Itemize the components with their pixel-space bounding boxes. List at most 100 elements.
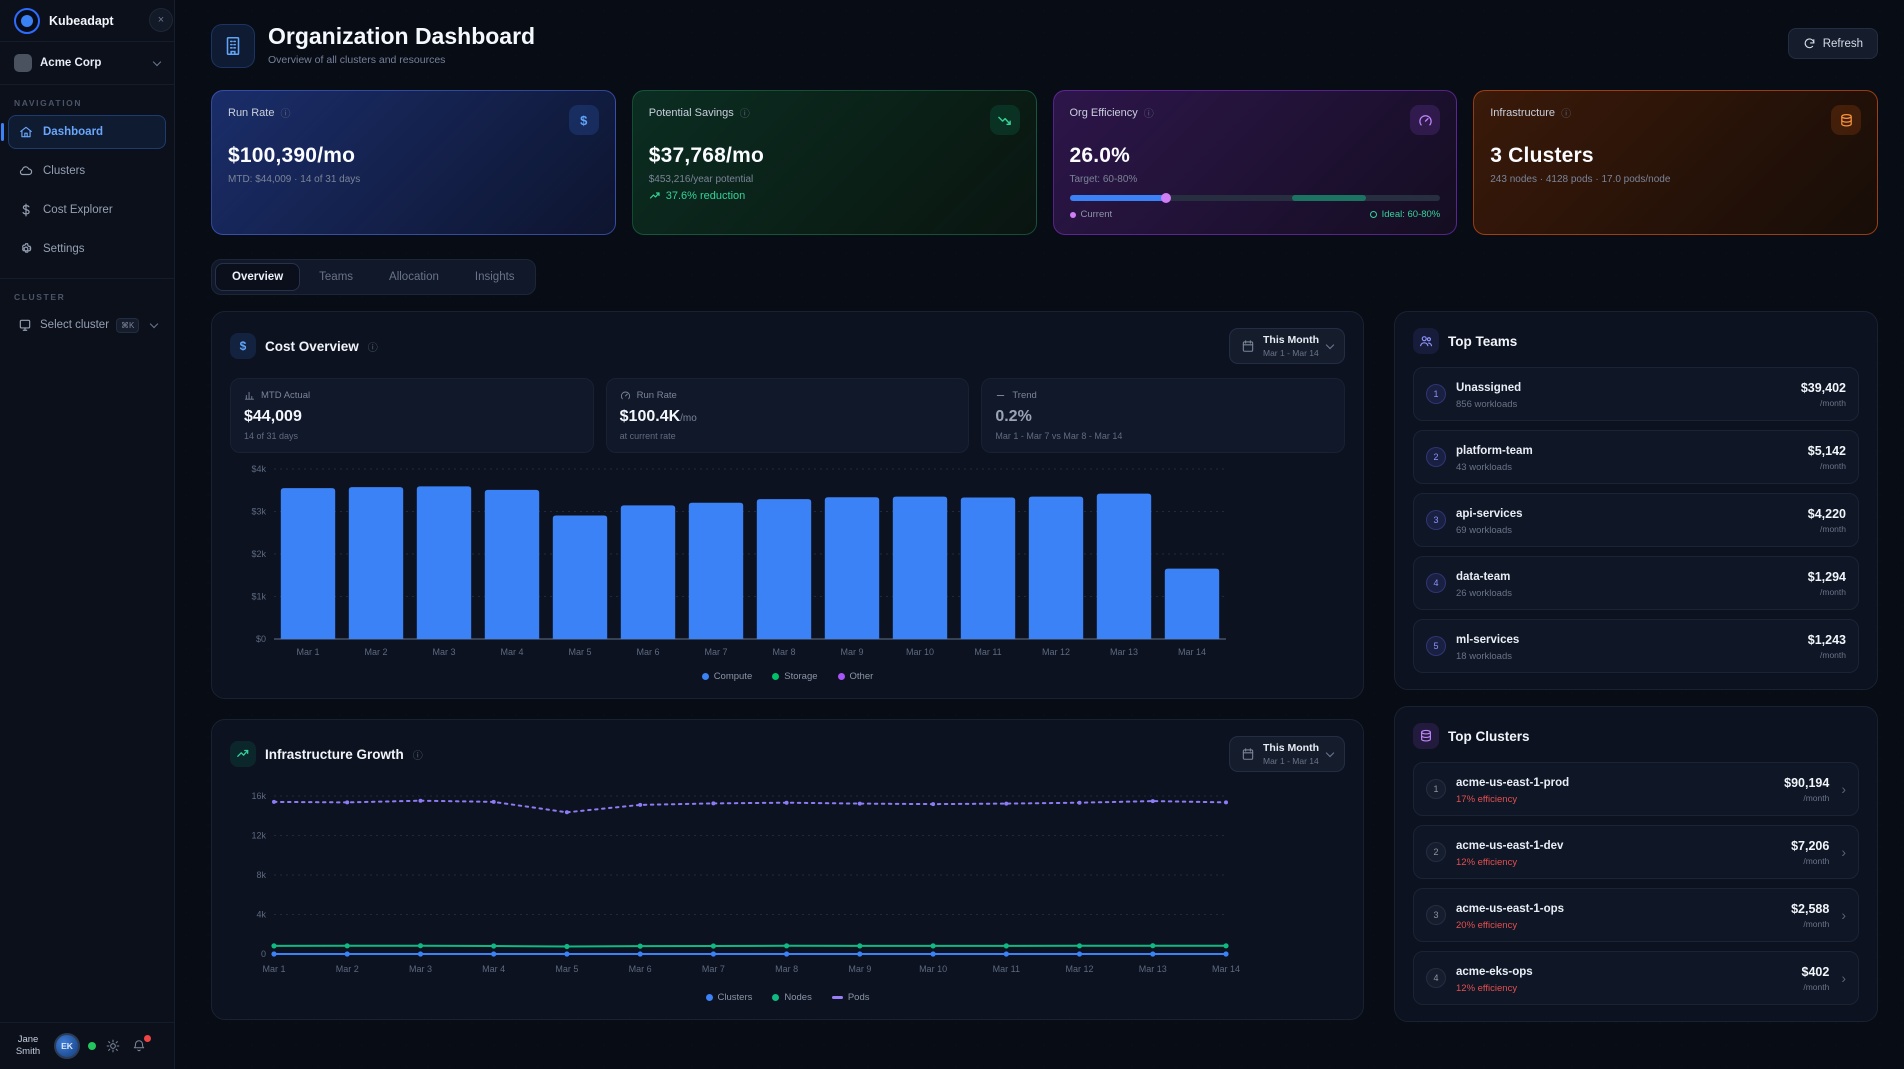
run-rate-card: Run Rateⓘ $ $100,390/mo MTD: $44,009 · 1…: [211, 90, 616, 235]
panel-title: Cost Overview: [265, 339, 359, 354]
sidebar-item-settings[interactable]: Settings: [8, 232, 166, 266]
org-switcher[interactable]: Acme Corp: [0, 42, 174, 85]
svg-text:Mar 2: Mar 2: [336, 964, 359, 974]
dollar-icon: [18, 202, 34, 218]
svg-text:Mar 1: Mar 1: [296, 647, 319, 657]
select-cluster-control[interactable]: Select cluster ⌘K: [8, 309, 166, 341]
rank-badge: 5: [1426, 636, 1446, 656]
team-row[interactable]: 1 Unassigned856 workloads $39,402/month: [1413, 367, 1859, 421]
mtd-actual-sub: 14 of 31 days: [244, 431, 580, 441]
efficiency-value: 26.0%: [1070, 144, 1441, 168]
svg-text:Mar 4: Mar 4: [500, 647, 523, 657]
period-label: This Month: [1263, 742, 1319, 754]
sidebar-collapse-button[interactable]: ×: [149, 8, 173, 32]
svg-text:Mar 4: Mar 4: [482, 964, 505, 974]
info-icon[interactable]: ⓘ: [280, 105, 290, 120]
sidebar-item-cost-explorer[interactable]: Cost Explorer: [8, 193, 166, 227]
cluster-row[interactable]: 1 acme-us-east-1-prod17% efficiency $90,…: [1413, 762, 1859, 816]
dollar-icon: $: [230, 333, 256, 359]
team-row[interactable]: 3 api-services69 workloads $4,220/month: [1413, 493, 1859, 547]
info-icon[interactable]: ⓘ: [740, 105, 750, 120]
chevron-right-icon: ›: [1841, 907, 1846, 923]
mtd-actual-value: $44,009: [244, 408, 302, 425]
notifications-button[interactable]: [130, 1037, 148, 1055]
logo-row: Kubeadapt ×: [0, 0, 174, 42]
info-icon[interactable]: ⓘ: [1561, 105, 1571, 120]
svg-text:$3k: $3k: [251, 507, 266, 517]
notification-dot: [144, 1035, 151, 1042]
team-cost: $4,220: [1808, 507, 1846, 521]
sidebar-item-label: Dashboard: [43, 126, 103, 138]
panel-title: Top Teams: [1448, 334, 1517, 349]
mtd-actual-box: MTD Actual $44,009 14 of 31 days: [230, 378, 594, 453]
run-rate-value: $100,390/mo: [228, 144, 599, 168]
cluster-row[interactable]: 4 acme-eks-ops12% efficiency $402/month …: [1413, 951, 1859, 1005]
calendar-icon: [1241, 747, 1255, 761]
team-row[interactable]: 5 ml-services18 workloads $1,243/month: [1413, 619, 1859, 673]
savings-sub: $453,216/year potential: [649, 174, 1020, 185]
avatar[interactable]: EK: [54, 1033, 80, 1059]
svg-text:Mar 3: Mar 3: [409, 964, 432, 974]
card-label: Potential Savings: [649, 107, 734, 119]
sidebar-item-clusters[interactable]: Clusters: [8, 154, 166, 188]
infrastructure-sub: 243 nodes · 4128 pods · 17.0 pods/node: [1490, 174, 1861, 185]
tab-allocation[interactable]: Allocation: [372, 263, 456, 291]
refresh-button[interactable]: Refresh: [1788, 28, 1878, 59]
cluster-name: acme-us-east-1-dev: [1456, 840, 1563, 852]
top-teams-panel: Top Teams 1 Unassigned856 workloads $39,…: [1394, 311, 1878, 690]
gauge-icon: [1410, 105, 1440, 135]
cluster-row[interactable]: 3 acme-us-east-1-ops20% efficiency $2,58…: [1413, 888, 1859, 942]
home-icon: [18, 124, 34, 140]
chevron-right-icon: ›: [1841, 844, 1846, 860]
svg-text:Mar 9: Mar 9: [848, 964, 871, 974]
info-icon[interactable]: ⓘ: [413, 747, 423, 762]
team-cost: $1,294: [1808, 570, 1846, 584]
period-selector[interactable]: This Month Mar 1 - Mar 14: [1229, 328, 1345, 364]
svg-text:Mar 14: Mar 14: [1212, 964, 1240, 974]
infrastructure-card: Infrastructureⓘ 3 Clusters 243 nodes · 4…: [1473, 90, 1878, 235]
refresh-icon: [1803, 37, 1816, 50]
svg-text:Mar 6: Mar 6: [629, 964, 652, 974]
chevron-down-icon: [1326, 748, 1334, 756]
sidebar-item-dashboard[interactable]: Dashboard: [8, 115, 166, 149]
minus-icon: [995, 390, 1006, 401]
tab-overview[interactable]: Overview: [215, 263, 300, 291]
team-cost: $5,142: [1808, 444, 1846, 458]
top-teams-list: 1 Unassigned856 workloads $39,402/month …: [1413, 367, 1859, 673]
savings-highlight: 37.6% reduction: [649, 190, 1020, 202]
period-label: This Month: [1263, 334, 1319, 346]
period-selector[interactable]: This Month Mar 1 - Mar 14: [1229, 736, 1345, 772]
svg-text:12k: 12k: [251, 831, 266, 841]
tab-teams[interactable]: Teams: [302, 263, 370, 291]
cluster-efficiency: 17% efficiency: [1456, 794, 1569, 805]
panel-title: Top Clusters: [1448, 729, 1530, 744]
trend-value: 0.2%: [995, 408, 1031, 425]
info-icon[interactable]: ⓘ: [1144, 105, 1154, 120]
svg-text:Mar 2: Mar 2: [364, 647, 387, 657]
savings-value: $37,768/mo: [649, 144, 1020, 168]
card-label: Infrastructure: [1490, 107, 1555, 119]
bell-icon: [132, 1039, 146, 1053]
rank-badge: 3: [1426, 510, 1446, 530]
team-row[interactable]: 2 platform-team43 workloads $5,142/month: [1413, 430, 1859, 484]
potential-savings-card: Potential Savings ⓘ $37,768/mo $453,216/y…: [632, 90, 1037, 235]
efficiency-current-fill: [1070, 195, 1166, 201]
cluster-row[interactable]: 2 acme-us-east-1-dev12% efficiency $7,20…: [1413, 825, 1859, 879]
close-icon: ×: [158, 14, 164, 26]
theme-toggle-button[interactable]: [104, 1037, 122, 1055]
info-icon[interactable]: ⓘ: [368, 339, 378, 354]
ideal-ring-icon: [1370, 211, 1377, 218]
cost-overview-panel: $ Cost Overview ⓘ This Month Mar 1 - Mar…: [211, 311, 1364, 699]
team-name: ml-services: [1456, 634, 1519, 646]
cluster-name: acme-us-east-1-prod: [1456, 777, 1569, 789]
svg-text:16k: 16k: [251, 791, 266, 801]
legend-item-storage: Storage: [772, 671, 817, 682]
card-label: Org Efficiency: [1070, 107, 1138, 119]
team-row[interactable]: 4 data-team26 workloads $1,294/month: [1413, 556, 1859, 610]
ideal-label: Ideal: 60-80%: [1382, 209, 1441, 220]
left-column: $ Cost Overview ⓘ This Month Mar 1 - Mar…: [211, 311, 1364, 1020]
svg-text:Mar 8: Mar 8: [772, 647, 795, 657]
chevron-down-icon: [153, 57, 161, 65]
shortcut-badge: ⌘K: [116, 318, 139, 333]
tab-insights[interactable]: Insights: [458, 263, 532, 291]
